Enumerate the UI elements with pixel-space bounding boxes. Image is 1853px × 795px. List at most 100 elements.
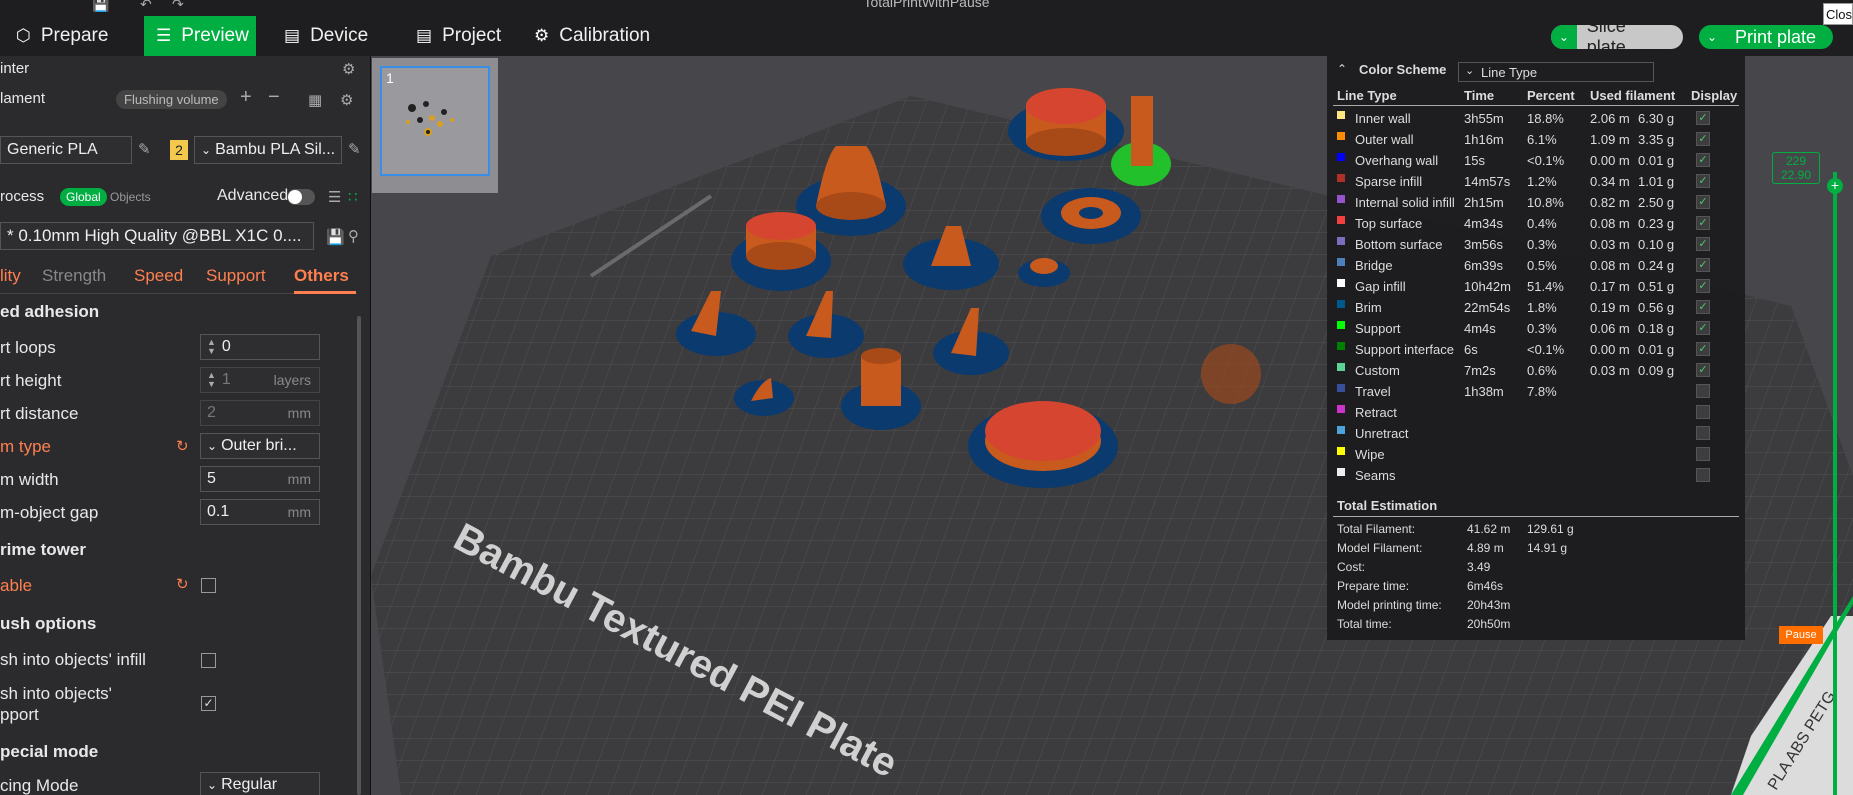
gear-icon[interactable]: ⚙ [342,60,355,78]
display-checkbox[interactable] [1696,426,1710,440]
chevron-down-icon: ⌄ [207,439,218,453]
legend-row: Overhang wall 15s <0.1% 0.00 m 0.01 g ✓ [1327,150,1745,171]
close-tooltip: Clos [1823,3,1853,25]
pause-marker[interactable]: Pause [1779,626,1823,644]
display-checkbox[interactable]: ✓ [1696,195,1710,209]
display-checkbox[interactable]: ✓ [1696,237,1710,251]
tab-strength[interactable]: Strength [42,266,106,286]
display-checkbox[interactable]: ✓ [1696,300,1710,314]
display-checkbox[interactable]: ✓ [1696,279,1710,293]
save-icon[interactable]: 💾 [326,228,345,246]
line-percent: 6.1% [1527,132,1557,147]
list-icon[interactable]: ☰ [328,188,341,206]
display-checkbox[interactable]: ✓ [1696,216,1710,230]
gear-icon[interactable]: ⚙ [340,91,353,109]
objects-toggle[interactable]: Objects [110,190,151,204]
tab-support[interactable]: Support [206,266,266,286]
edit-icon[interactable]: ✎ [138,140,151,158]
skirt-distance-input[interactable]: 2 mm [200,400,320,426]
line-color-swatch [1337,153,1345,161]
advanced-switch[interactable] [287,189,315,205]
sync-icon[interactable]: ▦ [308,91,322,109]
brim-gap-input[interactable]: 0.1 mm [200,499,320,525]
chevron-down-icon[interactable]: ⌄ [1699,25,1725,49]
plate-thumbnail[interactable] [380,66,490,176]
line-type-name: Outer wall [1355,132,1414,147]
line-percent: 0.4% [1527,216,1557,231]
display-checkbox[interactable]: ✓ [1696,363,1710,377]
remove-icon[interactable]: − [268,86,280,109]
tab-prepare[interactable]: ⬡ Prepare [16,16,136,56]
compare-icon[interactable]: ∷ [348,188,358,206]
stepper-icon[interactable]: ▲ ▼ [207,338,216,356]
slicing-mode-select[interactable]: ⌄ Regular [200,772,320,795]
display-checkbox[interactable]: ✓ [1696,321,1710,335]
col-line-type: Line Type [1337,88,1397,103]
line-type-name: Wipe [1355,447,1385,462]
edit-icon[interactable]: ✎ [348,140,361,158]
stepper-icon[interactable]: ▲ ▼ [207,371,216,389]
plate-thumbnail-strip: 1 [372,58,498,193]
tab-others[interactable]: Others [294,266,349,286]
tab-device[interactable]: ▤ Device [284,16,394,56]
legend-row: Support interface 6s <0.1% 0.00 m 0.01 g ✓ [1327,339,1745,360]
display-checkbox[interactable]: ✓ [1696,258,1710,272]
total-value-2: 14.91 g [1527,541,1568,555]
flush-support-checkbox[interactable]: ✓ [201,696,216,711]
print-plate-button[interactable]: ⌄ Print plate [1699,25,1833,49]
display-checkbox[interactable] [1696,384,1710,398]
brim-type-select[interactable]: ⌄ Outer bri... [200,433,320,459]
line-color-swatch [1337,279,1345,287]
brim-width-input[interactable]: 5 mm [200,466,320,492]
display-checkbox[interactable]: ✓ [1696,153,1710,167]
line-percent: 0.6% [1527,363,1557,378]
tab-quality[interactable]: lity [0,266,21,286]
reset-icon[interactable]: ↻ [176,437,189,455]
legend-row: Support 4m4s 0.3% 0.06 m 0.18 g ✓ [1327,318,1745,339]
add-icon[interactable]: + [240,86,252,109]
skirt-height-input[interactable]: ▲ ▼ 1 layers [200,367,320,393]
chevron-down-icon[interactable]: ⌄ [1551,25,1577,49]
layer-slider-track[interactable] [1833,172,1837,795]
display-checkbox[interactable] [1696,468,1710,482]
line-weight: 0.51 g [1638,279,1675,294]
global-toggle[interactable]: Global [60,188,107,206]
layer-slider-handle[interactable]: + [1827,178,1843,194]
display-checkbox[interactable]: ✓ [1696,111,1710,125]
collapse-icon[interactable]: ⌃ [1337,62,1347,76]
brim-width-unit: mm [287,471,311,487]
display-checkbox[interactable]: ✓ [1696,174,1710,188]
enable-prime-tower-checkbox[interactable] [201,578,216,593]
process-profile-select[interactable]: * 0.10mm High Quality @BBL X1C 0.... [0,222,314,250]
flushing-volume-button[interactable]: Flushing volume [116,90,227,109]
total-value: 3.49 [1467,560,1491,574]
tab-calibration[interactable]: ⚙ Calibration [534,16,664,56]
layer-readout: 229 22.90 [1772,152,1820,184]
settings-scrollbar[interactable] [357,316,361,795]
color-scheme-select[interactable]: ⌄ Line Type [1458,62,1654,82]
line-time: 15s [1464,153,1485,168]
brim-gap-label: m-object gap [0,503,99,522]
slice-plate-button[interactable]: ⌄ Slice plate [1551,25,1683,49]
project-icon: ▤ [416,26,433,45]
line-weight: 0.24 g [1638,258,1675,273]
line-type-name: Sparse infill [1355,174,1423,189]
display-checkbox[interactable] [1696,447,1710,461]
line-color-swatch [1337,237,1345,245]
reset-icon[interactable]: ↻ [176,575,189,593]
search-icon[interactable]: ⚲ [348,227,359,245]
display-checkbox[interactable]: ✓ [1696,342,1710,356]
display-checkbox[interactable]: ✓ [1696,132,1710,146]
line-time: 22m54s [1464,300,1511,315]
tab-preview[interactable]: ☰ Preview [144,16,256,56]
flush-infill-checkbox[interactable] [201,653,216,668]
filament-2-select[interactable]: ⌄ Bambu PLA Sil... [194,136,342,164]
tab-speed[interactable]: Speed [134,266,183,286]
tab-project[interactable]: ▤ Project [416,16,526,56]
line-color-swatch [1337,258,1345,266]
skirt-loops-input[interactable]: ▲ ▼ 0 [200,334,320,360]
line-length: 0.82 m [1590,195,1630,210]
display-checkbox[interactable] [1696,405,1710,419]
filament-2-value: Bambu PLA Sil... [215,141,336,158]
filament-1-select[interactable]: Generic PLA [0,136,132,164]
